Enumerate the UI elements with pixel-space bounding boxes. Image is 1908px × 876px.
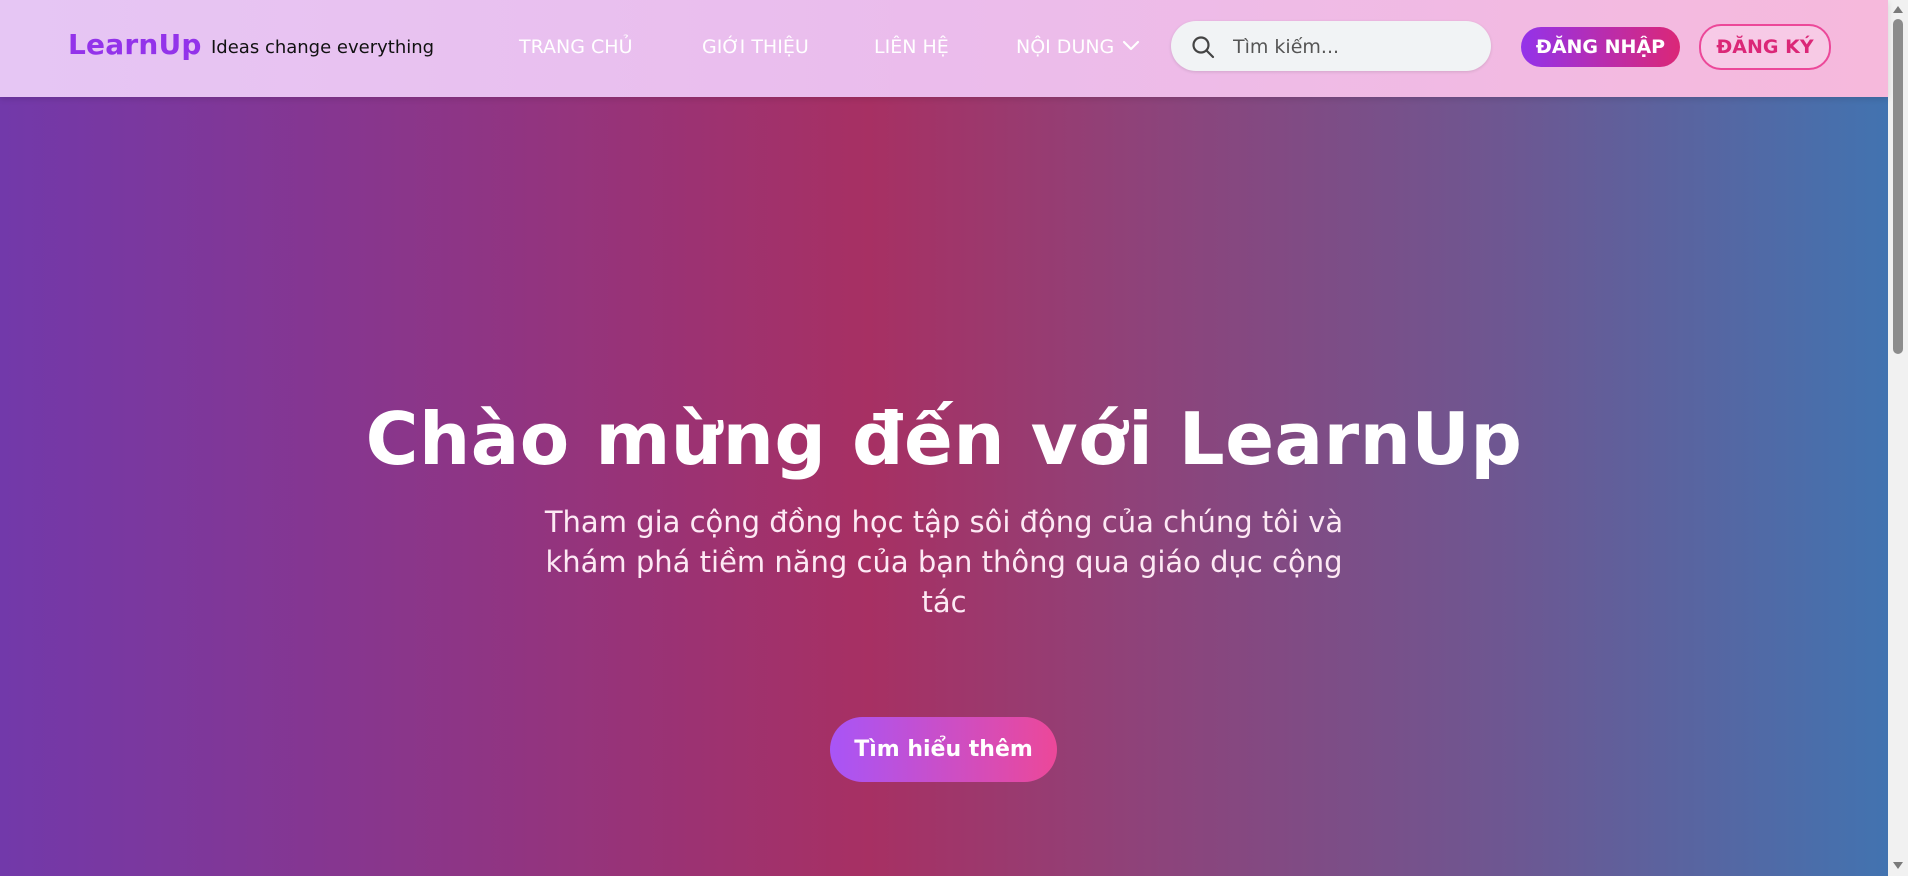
tagline: Ideas change everything — [211, 37, 435, 58]
chevron-down-icon — [1122, 35, 1140, 57]
learn-more-button[interactable]: Tìm hiểu thêm — [830, 717, 1057, 782]
search-input[interactable] — [1231, 21, 1475, 73]
nav-item-about[interactable]: GIỚI THIỆU — [702, 36, 809, 58]
hero-title: Chào mừng đến với LearnUp — [365, 397, 1523, 481]
scroll-thumb[interactable] — [1893, 19, 1903, 354]
scroll-up-arrow-icon[interactable] — [1893, 6, 1903, 13]
hero-subtitle: Tham gia cộng đồng học tập sôi động của … — [544, 505, 1344, 619]
nav-item-content-dropdown[interactable]: NỘI DUNG — [1016, 36, 1140, 58]
nav-item-home[interactable]: TRANG CHỦ — [519, 36, 632, 58]
search-box[interactable] — [1171, 21, 1491, 73]
page-scrollbar[interactable] — [1888, 0, 1908, 876]
register-button[interactable]: ĐĂNG KÝ — [1699, 24, 1831, 70]
hero-section: Chào mừng đến với LearnUp Tham gia cộng … — [0, 97, 1888, 876]
search-icon — [1191, 35, 1215, 59]
nav-item-content-label: NỘI DUNG — [1016, 36, 1115, 58]
login-button[interactable]: ĐĂNG NHẬP — [1521, 27, 1680, 67]
scroll-down-arrow-icon[interactable] — [1893, 862, 1903, 869]
site-header: LearnUp Ideas change everything TRANG CH… — [0, 0, 1888, 97]
nav-item-contact[interactable]: LIÊN HỆ — [874, 36, 949, 58]
logo[interactable]: LearnUp — [68, 28, 202, 61]
